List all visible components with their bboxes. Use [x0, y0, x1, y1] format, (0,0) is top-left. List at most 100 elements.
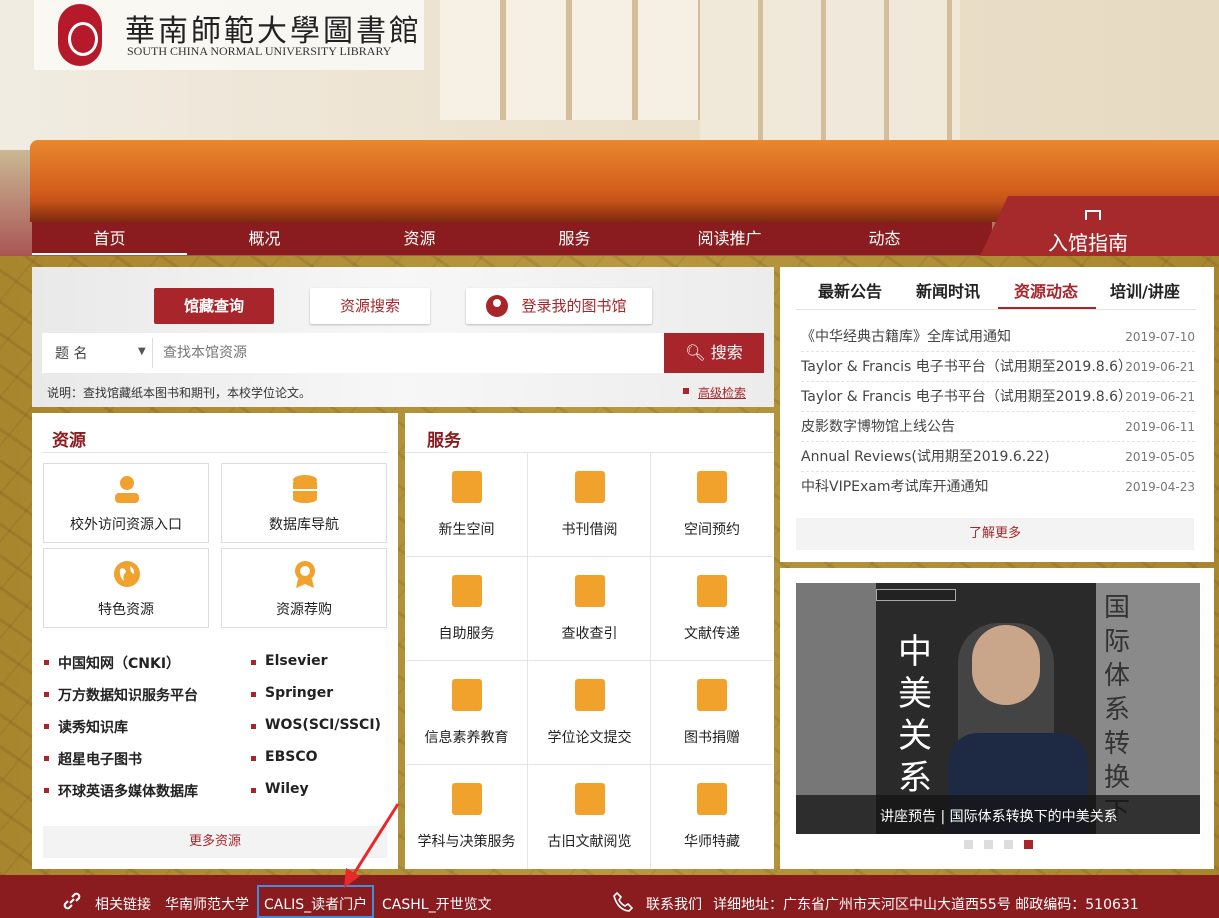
offcampus-access-card[interactable]: 校外访问资源入口	[43, 463, 209, 543]
service-subject[interactable]: 学科与决策服务	[406, 765, 528, 869]
service-borrow[interactable]: 书刊借阅	[529, 453, 651, 557]
guide-label[interactable]: 入馆指南	[1048, 227, 1128, 256]
service-label: 学科与决策服务	[417, 834, 516, 850]
main-nav: 首页 概况 资源 服务 阅读推广 动态	[32, 222, 992, 255]
news-row[interactable]: 皮影数字博物馆上线公告 2019-06-11	[801, 412, 1195, 442]
service-literacy[interactable]: 信息素养教育	[406, 661, 528, 765]
user-icon	[486, 295, 508, 317]
banner-window	[440, 0, 700, 120]
tab-resource-search[interactable]: 资源搜索	[310, 288, 430, 324]
advanced-search-link[interactable]: 高级检索	[698, 384, 746, 401]
service-thesis[interactable]: 学位论文提交	[529, 661, 651, 765]
special-resources-card[interactable]: 特色资源	[43, 548, 209, 628]
service-delivery[interactable]: 文献传递	[651, 557, 773, 661]
news-row[interactable]: Taylor & Francis 电子书平台（试用期至2019.8.6） 2019…	[801, 382, 1195, 412]
slide-dot[interactable]	[1004, 840, 1013, 849]
service-freshman[interactable]: 新生空间	[406, 453, 528, 557]
news-title: Annual Reviews(试用期至2019.6.22)	[801, 449, 1050, 465]
service-label: 信息素养教育	[424, 730, 509, 746]
service-citation[interactable]: 查收查引	[529, 557, 651, 661]
news-title: Taylor & Francis 电子书平台（试用期至2019.8.6）	[801, 389, 1133, 405]
link-ebsco[interactable]: EBSCO	[251, 749, 318, 765]
tab-training[interactable]: 培训/讲座	[1110, 278, 1180, 302]
resources-title: 资源	[52, 431, 86, 451]
nav-news[interactable]: 动态	[807, 222, 962, 255]
news-title: 《中华经典古籍库》全库试用通知	[801, 329, 1011, 345]
link-duxiu[interactable]: 读秀知识库	[44, 717, 128, 737]
cover-side-title: 国际体系转换下	[1104, 593, 1131, 827]
banner-window-2	[700, 0, 960, 140]
service-label: 文献传递	[684, 626, 740, 642]
nav-resources[interactable]: 资源	[342, 222, 497, 255]
monitor-icon	[452, 575, 482, 607]
search-input[interactable]	[152, 338, 652, 368]
link-wos[interactable]: WOS(SCI/SSCI)	[251, 717, 381, 733]
search-button[interactable]: 🔍︎ 搜索	[664, 333, 764, 373]
link-wanfang[interactable]: 万方数据知识服务平台	[44, 685, 198, 705]
news-date: 2019-06-11	[1125, 420, 1195, 434]
grid-icon	[697, 783, 727, 815]
service-label: 书刊借阅	[561, 522, 618, 538]
user-icon	[115, 476, 139, 503]
link-springer[interactable]: Springer	[250, 685, 333, 701]
chevron-down-icon[interactable]: ▼	[138, 346, 146, 357]
cover-header	[876, 589, 956, 601]
search-icon: 🔍︎	[685, 343, 711, 362]
document-search-icon	[575, 575, 605, 607]
book-export-icon	[697, 679, 727, 711]
tab-news[interactable]: 新闻时讯	[916, 278, 980, 302]
slide-dot[interactable]	[964, 840, 973, 849]
bookmark-icon	[452, 783, 482, 815]
news-row[interactable]: Annual Reviews(试用期至2019.6.22) 2019-05-05	[801, 442, 1195, 472]
news-title: Taylor & Francis 电子书平台（试用期至2019.8.6）	[801, 359, 1133, 375]
link-global-english[interactable]: 环球英语多媒体数据库	[44, 781, 198, 801]
nav-services[interactable]: 服务	[497, 222, 652, 255]
database-nav-card[interactable]: 数据库导航	[221, 463, 387, 543]
footer-link-scnu[interactable]: 华南师范大学	[165, 894, 249, 914]
slide-dot[interactable]	[984, 840, 993, 849]
news-row[interactable]: Taylor & Francis 电子书平台（试用期至2019.8.6） 2019…	[801, 352, 1195, 382]
card-label: 数据库导航	[269, 517, 339, 533]
card-label: 特色资源	[98, 602, 154, 618]
news-row[interactable]: 中科VIPExam考试库开通通知 2019-04-23	[801, 472, 1195, 502]
news-date: 2019-07-10	[1125, 330, 1195, 344]
service-donation[interactable]: 图书捐赠	[651, 661, 773, 765]
link-wiley[interactable]: Wiley	[251, 781, 309, 797]
more-news-link[interactable]: 了解更多	[796, 518, 1194, 550]
nav-home[interactable]: 首页	[32, 222, 187, 255]
globe-icon	[114, 561, 140, 587]
news-date: 2019-06-21	[1125, 390, 1195, 404]
service-self[interactable]: 自助服务	[406, 557, 528, 661]
more-resources-link[interactable]: 更多资源	[43, 826, 387, 858]
service-collection[interactable]: 华师特藏	[651, 765, 773, 869]
nav-reading[interactable]: 阅读推广	[652, 222, 807, 255]
news-date: 2019-05-05	[1125, 450, 1195, 464]
tab-announcements[interactable]: 最新公告	[818, 278, 882, 302]
slide-caption[interactable]: 讲座预告 | 国际体系转换下的中美关系	[880, 806, 1118, 826]
news-title: 皮影数字博物馆上线公告	[801, 419, 955, 435]
divider	[796, 309, 1196, 310]
calendar-icon	[697, 471, 727, 503]
phone-icon	[613, 891, 634, 912]
search-field-select[interactable]: 题 名	[55, 343, 87, 363]
database-icon	[293, 475, 317, 503]
recommend-card[interactable]: 资源荐购	[221, 548, 387, 628]
users-icon	[452, 471, 482, 503]
news-date: 2019-06-21	[1125, 360, 1195, 374]
service-reservation[interactable]: 空间预约	[651, 453, 773, 557]
book-icon	[1085, 210, 1101, 220]
link-elsevier[interactable]: Elsevier	[251, 653, 328, 669]
footer-link-cashl[interactable]: CASHL_开世览文	[382, 894, 492, 914]
tab-catalog[interactable]: 馆藏查询	[154, 288, 274, 324]
library-seal-icon	[58, 4, 102, 66]
nav-overview[interactable]: 概况	[187, 222, 342, 255]
tab-resource-news[interactable]: 资源动态	[1014, 278, 1078, 302]
logo-subtitle: SOUTH CHINA NORMAL UNIVERSITY LIBRARY	[127, 44, 392, 58]
news-row[interactable]: 《中华经典古籍库》全库试用通知 2019-07-10	[801, 322, 1195, 352]
award-icon	[295, 561, 315, 588]
slide-dot-active[interactable]	[1024, 840, 1033, 849]
service-ancient[interactable]: 古旧文献阅览	[529, 765, 651, 869]
link-chaoxing[interactable]: 超星电子图书	[44, 749, 142, 769]
bullet-icon	[683, 388, 689, 394]
link-cnki[interactable]: 中国知网（CNKI）	[43, 653, 180, 673]
